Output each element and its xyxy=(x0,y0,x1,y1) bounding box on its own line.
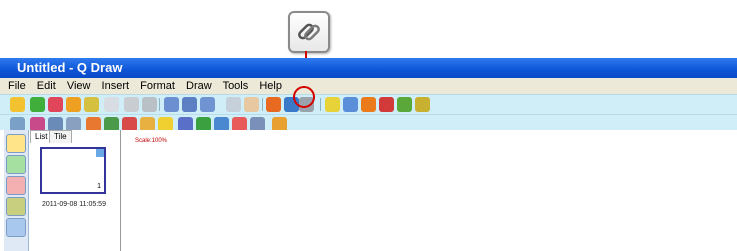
properties-icon[interactable] xyxy=(6,176,26,195)
copy-icon[interactable] xyxy=(104,97,119,112)
application-window: Untitled - Q Draw File Edit View Insert … xyxy=(0,58,737,251)
zoom-out-icon[interactable] xyxy=(182,97,197,112)
menu-bar: File Edit View Insert Format Draw Tools … xyxy=(0,78,737,94)
toolbar-separator xyxy=(262,98,263,111)
menu-help[interactable]: Help xyxy=(259,80,282,92)
zoomed-toolbar-icon-callout xyxy=(288,11,330,53)
toolbar-separator xyxy=(159,98,160,111)
work-area: List Tile 1 2011-09-08 11:05:59 Scale:10… xyxy=(0,130,737,251)
menu-insert[interactable]: Insert xyxy=(102,80,130,92)
capture-icon[interactable] xyxy=(343,97,358,112)
thumbnail-page-number: 1 xyxy=(97,183,101,190)
title-bar: Untitled - Q Draw xyxy=(0,58,737,78)
plugin-icon[interactable] xyxy=(415,97,430,112)
menu-view[interactable]: View xyxy=(67,80,91,92)
background-icon[interactable] xyxy=(266,97,281,112)
attachments-icon[interactable] xyxy=(6,197,26,216)
menu-draw[interactable]: Draw xyxy=(186,80,212,92)
gallery-icon[interactable] xyxy=(6,155,26,174)
thumbnail-menu-icon[interactable] xyxy=(96,149,104,157)
page-up-icon[interactable] xyxy=(66,97,81,112)
menu-format[interactable]: Format xyxy=(140,80,175,92)
scale-label: Scale:100% xyxy=(135,138,168,144)
link-chain-icon xyxy=(298,23,320,41)
paste-icon[interactable] xyxy=(142,97,157,112)
tab-tile[interactable]: Tile xyxy=(49,130,72,143)
cut-icon[interactable] xyxy=(124,97,139,112)
page-list-panel: List Tile 1 2011-09-08 11:05:59 xyxy=(29,130,121,251)
window-title: Untitled - Q Draw xyxy=(17,60,123,75)
menu-edit[interactable]: Edit xyxy=(37,80,56,92)
delete-page-icon[interactable] xyxy=(48,97,63,112)
menu-file[interactable]: File xyxy=(8,80,26,92)
timer-icon[interactable] xyxy=(361,97,376,112)
callout-highlight-circle xyxy=(293,86,315,108)
toolbar-separator xyxy=(320,98,321,111)
page-sorter-icon[interactable] xyxy=(6,134,26,153)
page-thumbnail[interactable]: 1 xyxy=(40,147,106,194)
new-page-icon[interactable] xyxy=(10,97,25,112)
menu-tools[interactable]: Tools xyxy=(223,80,249,92)
pan-hand-icon[interactable] xyxy=(244,97,259,112)
standard-toolbar xyxy=(0,94,737,114)
add-shape-icon[interactable] xyxy=(30,97,45,112)
thumbnail-timestamp: 2011-09-08 11:05:59 xyxy=(42,201,106,208)
select-icon[interactable] xyxy=(226,97,241,112)
page-down-icon[interactable] xyxy=(84,97,99,112)
zoom-menu-icon[interactable] xyxy=(200,97,215,112)
settings-icon[interactable] xyxy=(397,97,412,112)
zoom-in-icon[interactable] xyxy=(164,97,179,112)
record-icon[interactable] xyxy=(325,97,340,112)
spotlight-icon[interactable] xyxy=(379,97,394,112)
side-toolbar xyxy=(4,130,29,251)
layers-icon[interactable] xyxy=(6,218,26,237)
